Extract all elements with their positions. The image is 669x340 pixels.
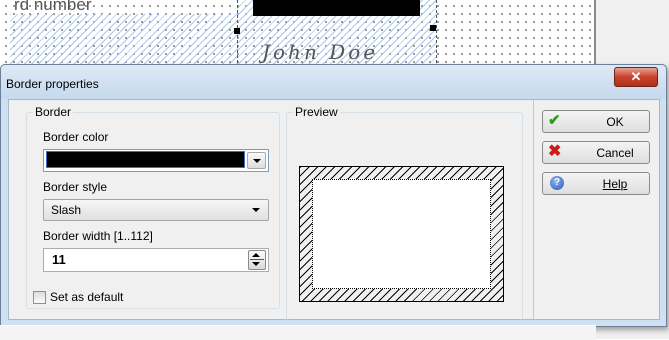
resize-handle[interactable] xyxy=(430,25,436,31)
chevron-down-icon xyxy=(252,208,260,212)
ok-button-label: OK xyxy=(606,115,624,129)
border-style-value: Slash xyxy=(51,203,82,217)
hatched-field xyxy=(10,14,238,66)
border-group-title: Border xyxy=(33,105,74,119)
border-color-swatch xyxy=(46,151,245,168)
spin-divider xyxy=(250,259,264,260)
help-button[interactable]: ? Help xyxy=(542,172,650,195)
spin-down-icon[interactable] xyxy=(252,262,260,266)
border-style-select[interactable]: Slash xyxy=(43,199,269,221)
set-default-label[interactable]: Set as default xyxy=(50,290,123,304)
help-button-label: Help xyxy=(602,177,628,191)
border-color-picker[interactable] xyxy=(43,149,269,172)
color-dropdown-button[interactable] xyxy=(247,152,266,169)
help-icon: ? xyxy=(550,176,564,190)
signature-image: John Doe xyxy=(262,40,379,64)
check-icon: ✔ xyxy=(548,112,561,129)
dialog-title: Border properties xyxy=(6,77,99,91)
border-style-label: Border style xyxy=(43,180,108,194)
signature-black-bar xyxy=(253,0,420,16)
ok-button[interactable]: ✔ OK xyxy=(542,110,650,133)
set-default-checkbox[interactable] xyxy=(33,291,46,304)
cross-icon: ✖ xyxy=(548,143,562,160)
button-panel-divider xyxy=(533,100,534,319)
close-icon: ✕ xyxy=(630,69,642,84)
canvas-bottom-strip xyxy=(0,325,596,340)
cancel-button-label: Cancel xyxy=(596,146,634,160)
border-width-label: Border width [1..112] xyxy=(43,229,153,243)
dialog-titlebar[interactable]: Border properties ✕ xyxy=(1,65,666,99)
cancel-button[interactable]: ✖ Cancel xyxy=(542,141,650,164)
resize-handle[interactable] xyxy=(234,28,240,34)
spin-up-icon[interactable] xyxy=(252,253,260,257)
border-width-value: 11 xyxy=(52,252,66,267)
chevron-down-icon xyxy=(253,159,261,163)
background-field-label: rd number xyxy=(14,0,92,14)
border-color-label: Border color xyxy=(43,130,109,144)
dialog-client-area: Border Border color Border style Slash B… xyxy=(8,99,660,320)
width-spinner[interactable] xyxy=(248,250,266,270)
preview-group-title: Preview xyxy=(293,105,340,119)
preview-inner-area xyxy=(312,179,491,289)
close-button[interactable]: ✕ xyxy=(614,67,658,87)
border-properties-dialog: Border properties ✕ Border Border color … xyxy=(0,64,667,327)
border-width-input[interactable]: 11 xyxy=(43,248,269,272)
border-preview xyxy=(299,166,504,302)
